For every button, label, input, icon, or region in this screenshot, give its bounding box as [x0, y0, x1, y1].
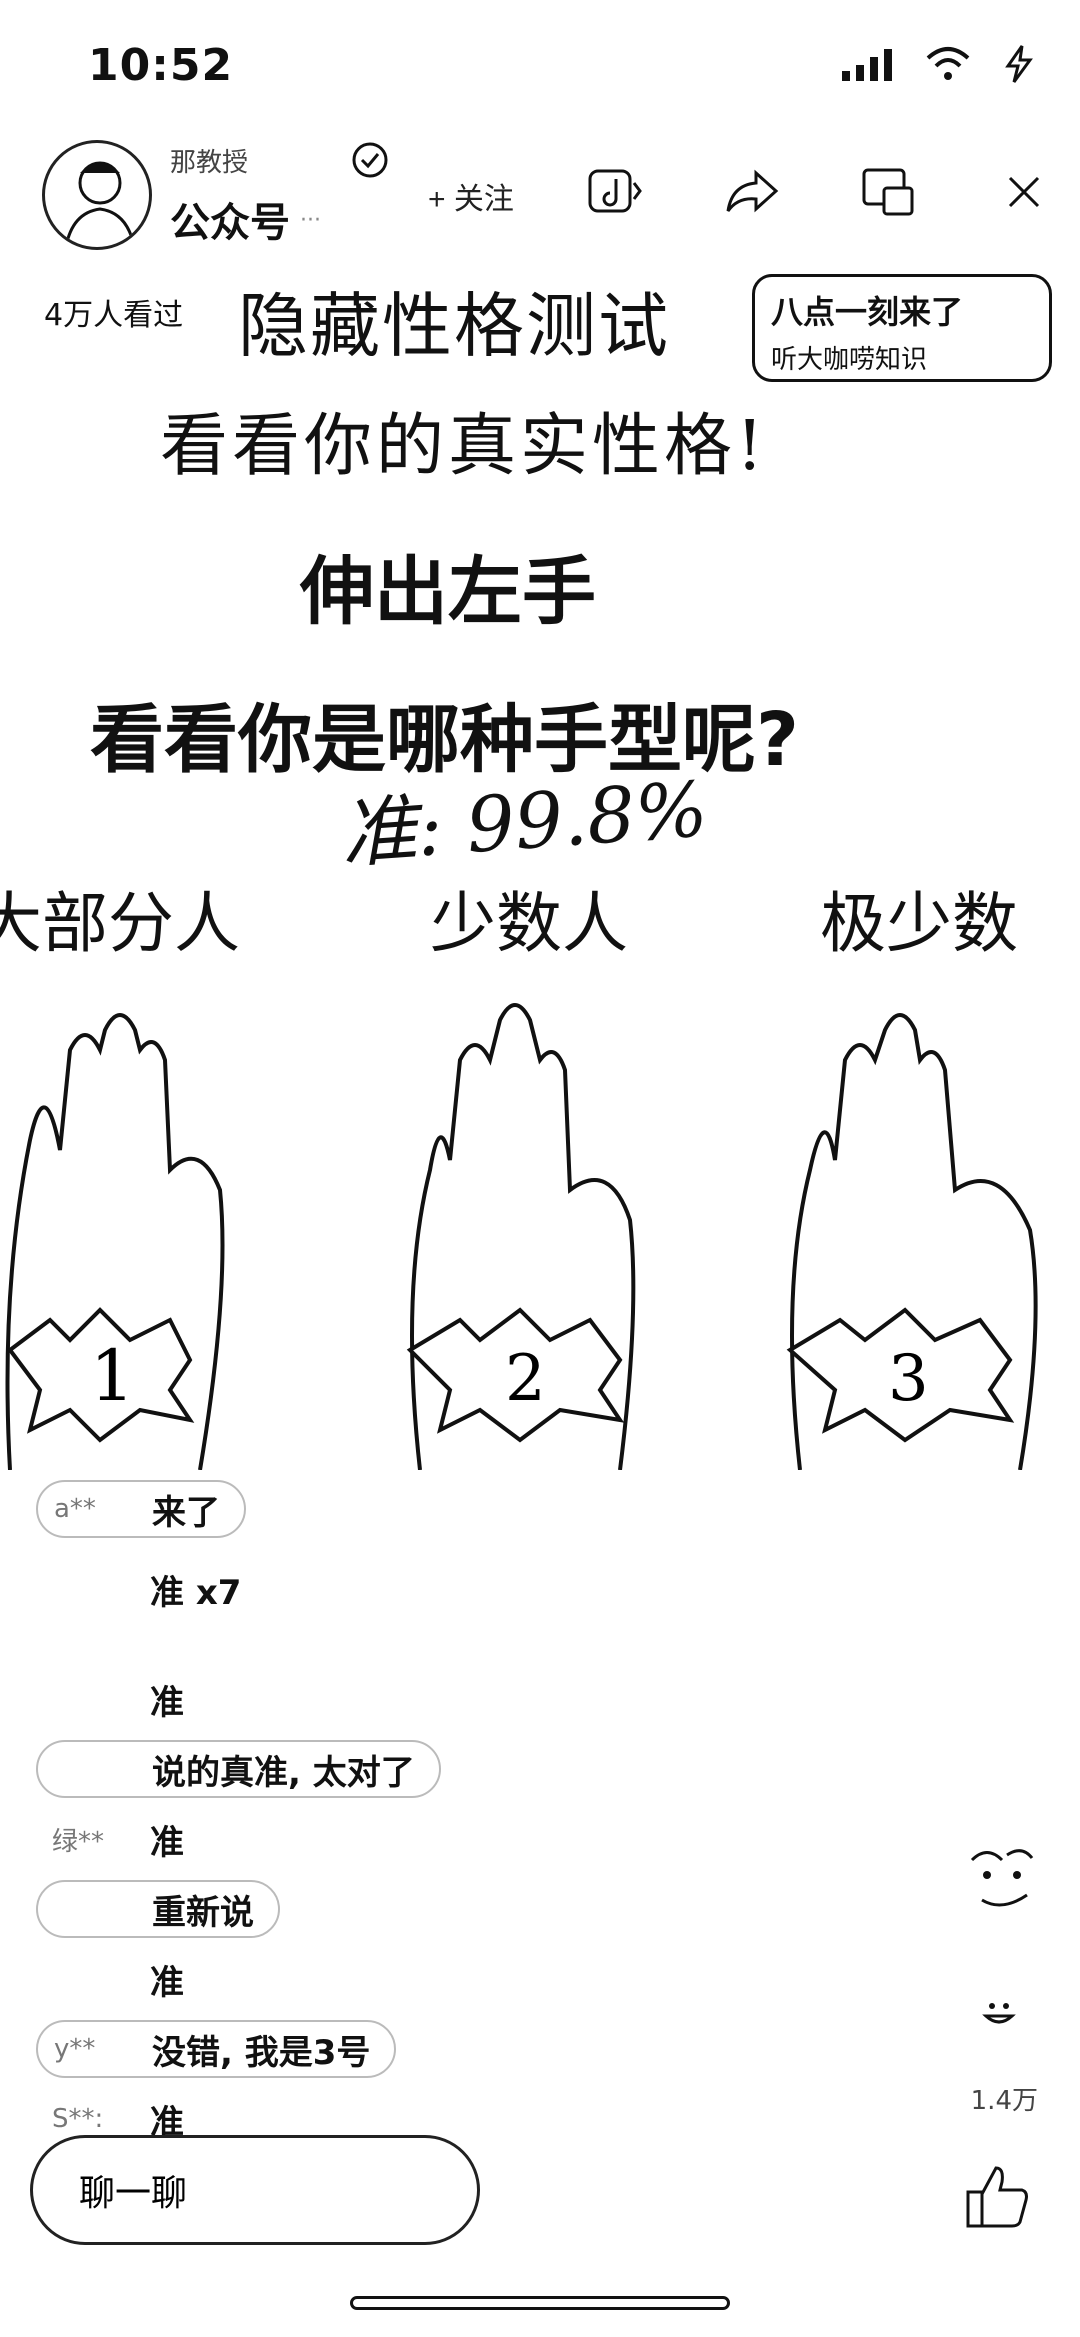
video-frame[interactable]: 4万人看过 隐藏性格测试 八点一刻来了 听大咖唠知识 看看你的真实性格! 伸出左…	[0, 270, 1080, 1570]
hand-illustration-3: 3	[786, 1013, 1038, 1470]
hand-illustration-2: 2	[406, 1003, 636, 1470]
video-title: 隐藏性格测试	[238, 285, 670, 367]
comment-item[interactable]: 准 x7	[36, 1560, 265, 1618]
tiktok-share-button[interactable]	[584, 160, 648, 224]
verified-icon	[352, 142, 388, 178]
comment-text: 准	[150, 1962, 184, 2003]
comment-text: 准	[150, 1682, 184, 1723]
comment-user: 绿**	[52, 1826, 105, 1857]
comment-item[interactable]: a** 来了	[36, 1480, 246, 1538]
share-arrow-icon	[726, 169, 779, 213]
reaction-emoji-icon[interactable]	[952, 1840, 1042, 1930]
column-label-1: 大部分人	[0, 885, 240, 962]
home-indicator[interactable]	[350, 2296, 730, 2310]
video-subtitle: 看看你的真实性格!	[160, 407, 768, 486]
account-header: 那教授 公众号 ··· + 关注	[0, 130, 1080, 270]
comment-item[interactable]: 重新说	[36, 1880, 280, 1938]
wifi-icon	[926, 47, 970, 80]
column-label-2: 少数人	[430, 885, 628, 962]
status-icons	[840, 44, 1040, 84]
promo-badge[interactable]: 八点一刻来了 听大咖唠知识	[752, 274, 1052, 382]
view-count: 4万人看过	[44, 298, 184, 333]
comment-text: 来了	[152, 1492, 220, 1533]
like-count: 1.4万	[970, 2086, 1038, 2116]
close-icon	[1008, 176, 1040, 208]
close-button[interactable]	[992, 160, 1056, 224]
comment-text: 重新说	[152, 1892, 254, 1933]
tiktok-icon	[588, 169, 642, 213]
status-time: 10:52	[88, 40, 234, 91]
account-name[interactable]: 那教授	[170, 142, 248, 179]
comment-text: 没错, 我是3号	[152, 2032, 371, 2073]
comment-user: y**	[54, 2034, 96, 2064]
comment-text: 说的真准, 太对了	[152, 1752, 415, 1793]
smile-icon[interactable]	[976, 1990, 1022, 2036]
comment-user: a**	[54, 1494, 96, 1524]
picture-in-picture-icon	[862, 168, 914, 216]
signal-icon	[842, 49, 892, 81]
avatar[interactable]	[42, 140, 152, 250]
follow-button[interactable]: + 关注	[428, 174, 514, 218]
chat-button[interactable]: 聊一聊	[30, 2135, 480, 2245]
hand-illustration-1: 1	[5, 1013, 225, 1470]
comment-item[interactable]: 说的真准, 太对了	[36, 1740, 441, 1798]
account-dots: ···	[300, 208, 321, 233]
comment-user: S**:	[52, 2104, 104, 2134]
comment-text: 准	[150, 1822, 184, 1863]
account-type: 公众号	[170, 200, 290, 246]
promo-line1: 八点一刻来了	[771, 293, 964, 331]
comment-item[interactable]: 准	[36, 1670, 208, 1728]
toolbar	[584, 160, 1056, 224]
column-label-3: 极少数	[820, 885, 1018, 962]
comment-text: 准 x7	[150, 1572, 242, 1613]
comment-item[interactable]: 绿** 准	[36, 1810, 208, 1868]
instruction-1: 伸出左手	[300, 549, 596, 635]
status-bar: 10:52	[0, 0, 1080, 120]
comment-item[interactable]: y** 没错, 我是3号	[36, 2020, 397, 2078]
comment-item[interactable]: 准	[36, 1950, 208, 2008]
hand-number-2: 2	[505, 1342, 546, 1416]
thumbs-up-icon[interactable]	[962, 2160, 1034, 2232]
pip-button[interactable]	[856, 160, 920, 224]
promo-line2: 听大咖唠知识	[771, 345, 928, 375]
share-button[interactable]	[720, 160, 784, 224]
hand-number-1: 1	[90, 1335, 135, 1417]
hand-number-3: 3	[888, 1342, 929, 1416]
battery-charging-icon	[1005, 45, 1033, 83]
